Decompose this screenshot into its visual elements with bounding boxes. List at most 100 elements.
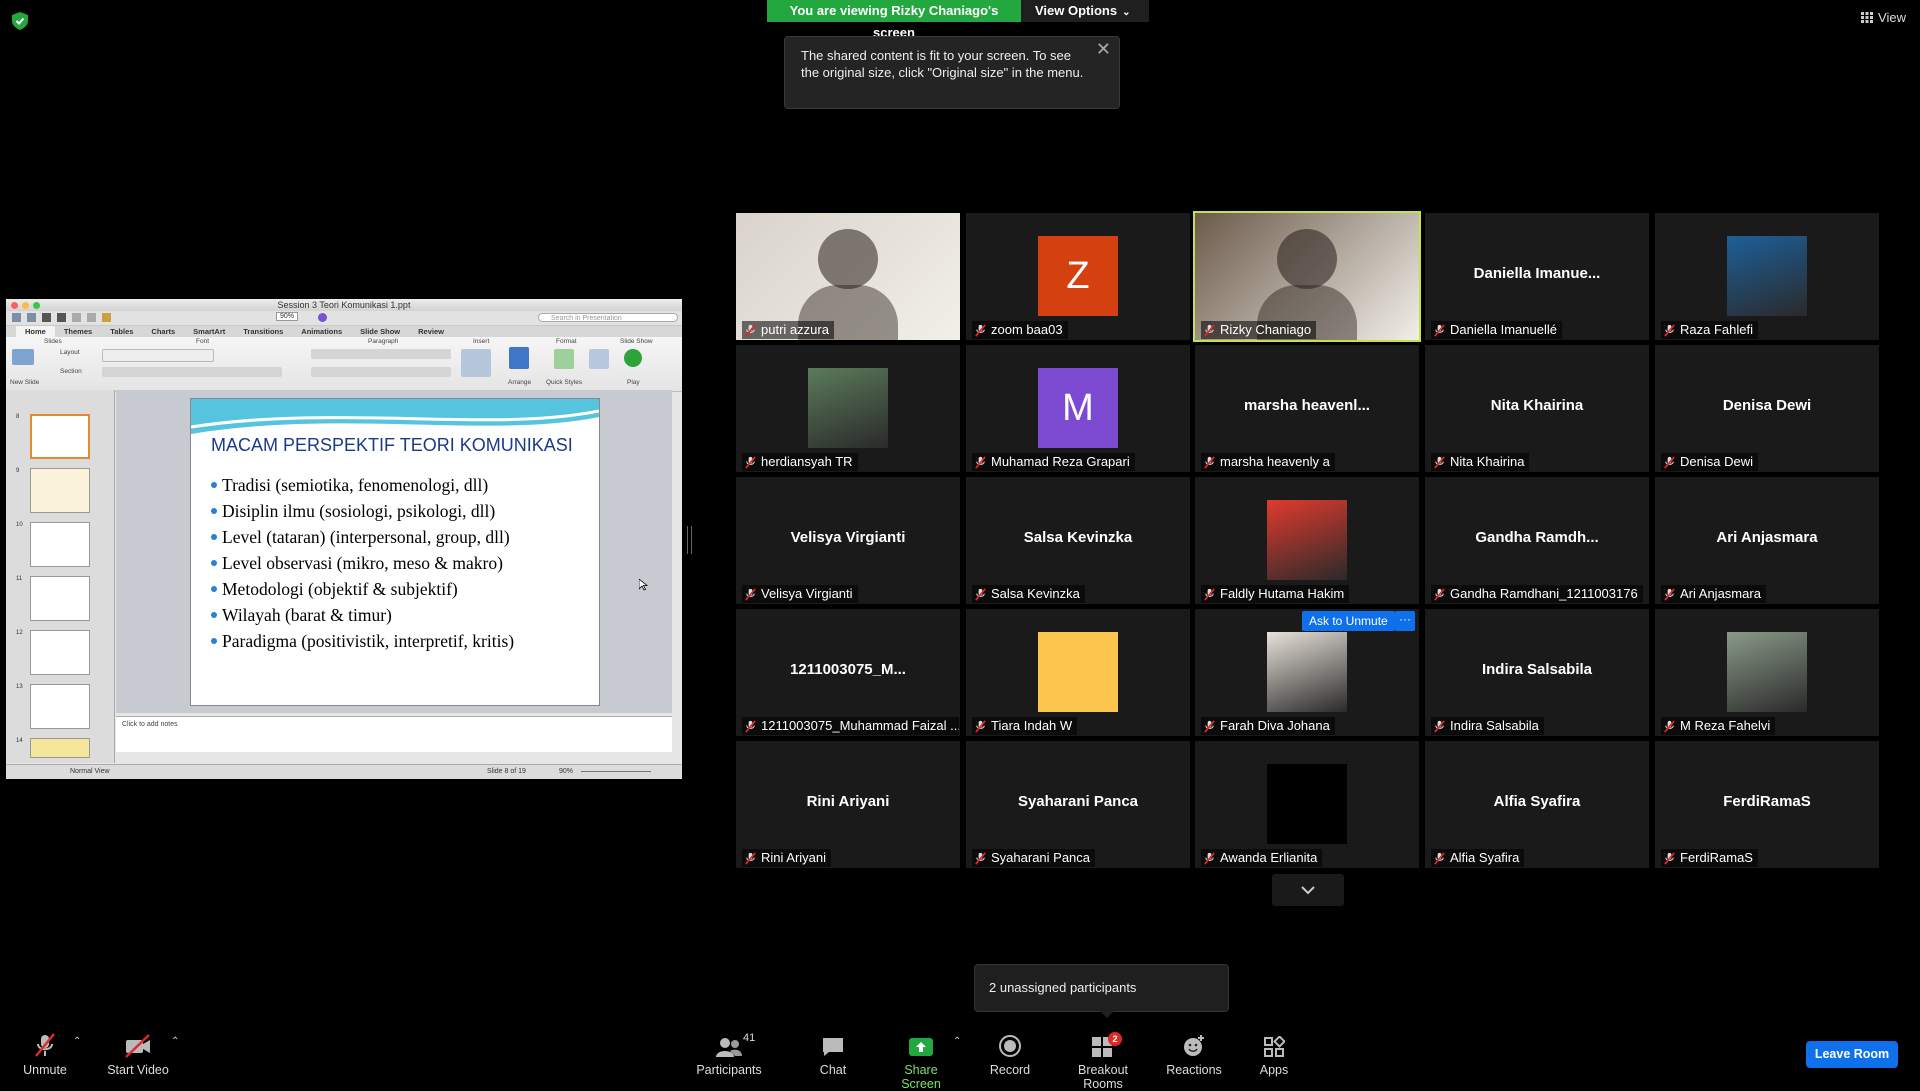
participant-tile[interactable]: Faldly Hutama Hakim [1195, 477, 1419, 604]
tab-smartart[interactable]: SmartArt [184, 326, 234, 337]
zoom-slider[interactable] [581, 771, 651, 772]
paste-icon[interactable] [102, 313, 111, 322]
avatar [1727, 632, 1807, 712]
participant-tile[interactable]: Raza Fahlefi [1655, 213, 1879, 340]
video-options-caret-icon[interactable]: ⌃ [171, 1036, 179, 1047]
participant-name-tag: FerdiRamaS [1661, 849, 1758, 867]
more-options-button[interactable]: ··· [1395, 611, 1415, 631]
participant-tile[interactable]: Zzoom baa03 [966, 213, 1190, 340]
chat-button[interactable]: Chat [810, 1032, 856, 1077]
slide-thumbnail-selected[interactable] [30, 414, 90, 459]
participant-name-tag: Awanda Erlianita [1201, 849, 1323, 867]
participant-tile[interactable]: Indira Salsabila Indira Salsabila [1425, 609, 1649, 736]
open-icon[interactable] [27, 313, 36, 322]
presentation-search-input[interactable]: Search in Presentation [538, 313, 678, 322]
shared-screen[interactable]: Session 3 Teori Komunikasi 1.ppt 90% Sea… [6, 299, 682, 779]
close-icon[interactable]: ✕ [1096, 40, 1111, 58]
slide-thumbnail[interactable] [30, 522, 90, 567]
slide-thumbnail[interactable] [30, 576, 90, 621]
person-silhouette [818, 229, 878, 289]
quick-styles-icon[interactable] [554, 349, 574, 369]
audio-options-caret-icon[interactable]: ⌃ [73, 1036, 81, 1047]
participant-tile[interactable]: Tiara Indah W [966, 609, 1190, 736]
zoom-select[interactable]: 90% [276, 312, 299, 321]
participant-tile[interactable]: Daniella Imanue... Daniella Imanuellé [1425, 213, 1649, 340]
alignment-buttons[interactable] [311, 367, 451, 377]
slide-thumbnails-pane[interactable]: 8 9 10 11 12 13 14 [6, 390, 115, 763]
tab-charts[interactable]: Charts [142, 326, 184, 337]
participant-tile[interactable]: 1211003075_M... 1211003075_Muhammad Faiza… [736, 609, 960, 736]
save-icon[interactable] [42, 313, 51, 322]
slide-thumbnail[interactable] [30, 630, 90, 675]
split-resize-handle[interactable] [687, 526, 692, 554]
view-options-button[interactable]: View Options ⌄ [1021, 0, 1149, 22]
reactions-button[interactable]: Reactions [1166, 1032, 1222, 1077]
participant-tile[interactable]: Awanda Erlianita [1195, 741, 1419, 868]
copy-icon[interactable] [87, 313, 96, 322]
slide-thumbnail[interactable] [30, 684, 90, 729]
leave-room-button[interactable]: Leave Room [1806, 1041, 1898, 1068]
tab-review[interactable]: Review [409, 326, 453, 337]
tab-transitions[interactable]: Transitions [234, 326, 292, 337]
participant-tile[interactable]: Rizky Chaniago [1193, 211, 1421, 342]
layout-button[interactable]: Layout [60, 349, 80, 356]
participant-tile[interactable]: Rini Ariyani Rini Ariyani [736, 741, 960, 868]
view-button[interactable]: View [1861, 10, 1906, 25]
new-icon[interactable] [12, 313, 21, 322]
tab-home[interactable]: Home [16, 326, 55, 337]
section-button[interactable]: Section [60, 368, 82, 375]
participant-tile[interactable]: Salsa Kevinzka Salsa Kevinzka [966, 477, 1190, 604]
slide-thumbnail[interactable] [30, 738, 90, 758]
participant-tile[interactable]: Ari Anjasmara Ari Anjasmara [1655, 477, 1879, 604]
slide-canvas[interactable]: MACAM PERSPEKTIF TEORI KOMUNIKASI Tradis… [116, 390, 672, 713]
new-slide-icon[interactable] [12, 349, 34, 365]
participant-tile[interactable]: putri azzura [736, 213, 960, 340]
unmute-button[interactable]: Unmute [20, 1032, 70, 1077]
participant-tile[interactable]: Syaharani Panca Syaharani Panca [966, 741, 1190, 868]
share-options-caret-icon[interactable]: ⌃ [953, 1036, 961, 1047]
participant-tile[interactable]: Gandha Ramdh... Gandha Ramdhani_121100317… [1425, 477, 1649, 604]
arrange-icon[interactable] [509, 347, 529, 369]
participant-tile[interactable]: Denisa Dewi Denisa Dewi [1655, 345, 1879, 472]
start-video-button[interactable]: Start Video [107, 1032, 169, 1077]
format-icon[interactable] [589, 349, 609, 369]
participant-tile[interactable]: Nita Khairina Nita Khairina [1425, 345, 1649, 472]
zoom-window-icon[interactable] [33, 302, 40, 309]
participant-tile[interactable]: marsha heavenl... marsha heavenly a [1195, 345, 1419, 472]
ask-to-unmute-button[interactable]: Ask to Unmute [1302, 611, 1395, 631]
close-window-icon[interactable] [11, 302, 18, 309]
slide-thumbnail[interactable] [30, 468, 90, 513]
participant-tile[interactable]: FerdiRamaS FerdiRamaS [1655, 741, 1879, 868]
notes-pane[interactable]: Click to add notes [116, 716, 672, 752]
participant-name: Indira Salsabila [1450, 718, 1539, 733]
muted-mic-icon [1664, 323, 1675, 337]
print-icon[interactable] [57, 313, 66, 322]
share-screen-button[interactable]: Share Screen [884, 1032, 958, 1091]
tab-slide-show[interactable]: Slide Show [351, 326, 409, 337]
play-icon[interactable] [624, 349, 642, 367]
breakout-rooms-button[interactable]: 2 Breakout Rooms [1058, 1032, 1148, 1091]
participant-tile[interactable]: Alfia Syafira Alfia Syafira [1425, 741, 1649, 868]
participant-tile[interactable]: M Reza Fahelvi [1655, 609, 1879, 736]
participant-tile[interactable]: Velisya Virgianti Velisya Virgianti [736, 477, 960, 604]
font-name-select[interactable] [102, 349, 214, 362]
insert-shapes-icon[interactable] [461, 349, 491, 377]
cut-icon[interactable] [72, 313, 81, 322]
help-icon[interactable] [318, 313, 327, 322]
participant-tile[interactable]: M Muhamad Reza Grapari [966, 345, 1190, 472]
record-button[interactable]: Record [985, 1032, 1035, 1077]
chevron-down-icon [1301, 886, 1315, 895]
paragraph-buttons[interactable] [311, 349, 451, 359]
tab-themes[interactable]: Themes [55, 326, 101, 337]
muted-mic-icon [1434, 587, 1445, 601]
apps-button[interactable]: Apps [1256, 1032, 1292, 1077]
tab-animations[interactable]: Animations [292, 326, 351, 337]
current-slide[interactable]: MACAM PERSPEKTIF TEORI KOMUNIKASI Tradis… [190, 398, 600, 706]
participants-button[interactable]: 41 Participants [693, 1032, 765, 1077]
security-shield-icon[interactable] [12, 12, 28, 30]
font-format-buttons[interactable] [102, 367, 282, 377]
tab-tables[interactable]: Tables [101, 326, 142, 337]
minimize-window-icon[interactable] [22, 302, 29, 309]
participant-tile[interactable]: herdiansyah TR [736, 345, 960, 472]
next-page-button[interactable] [1272, 874, 1344, 906]
